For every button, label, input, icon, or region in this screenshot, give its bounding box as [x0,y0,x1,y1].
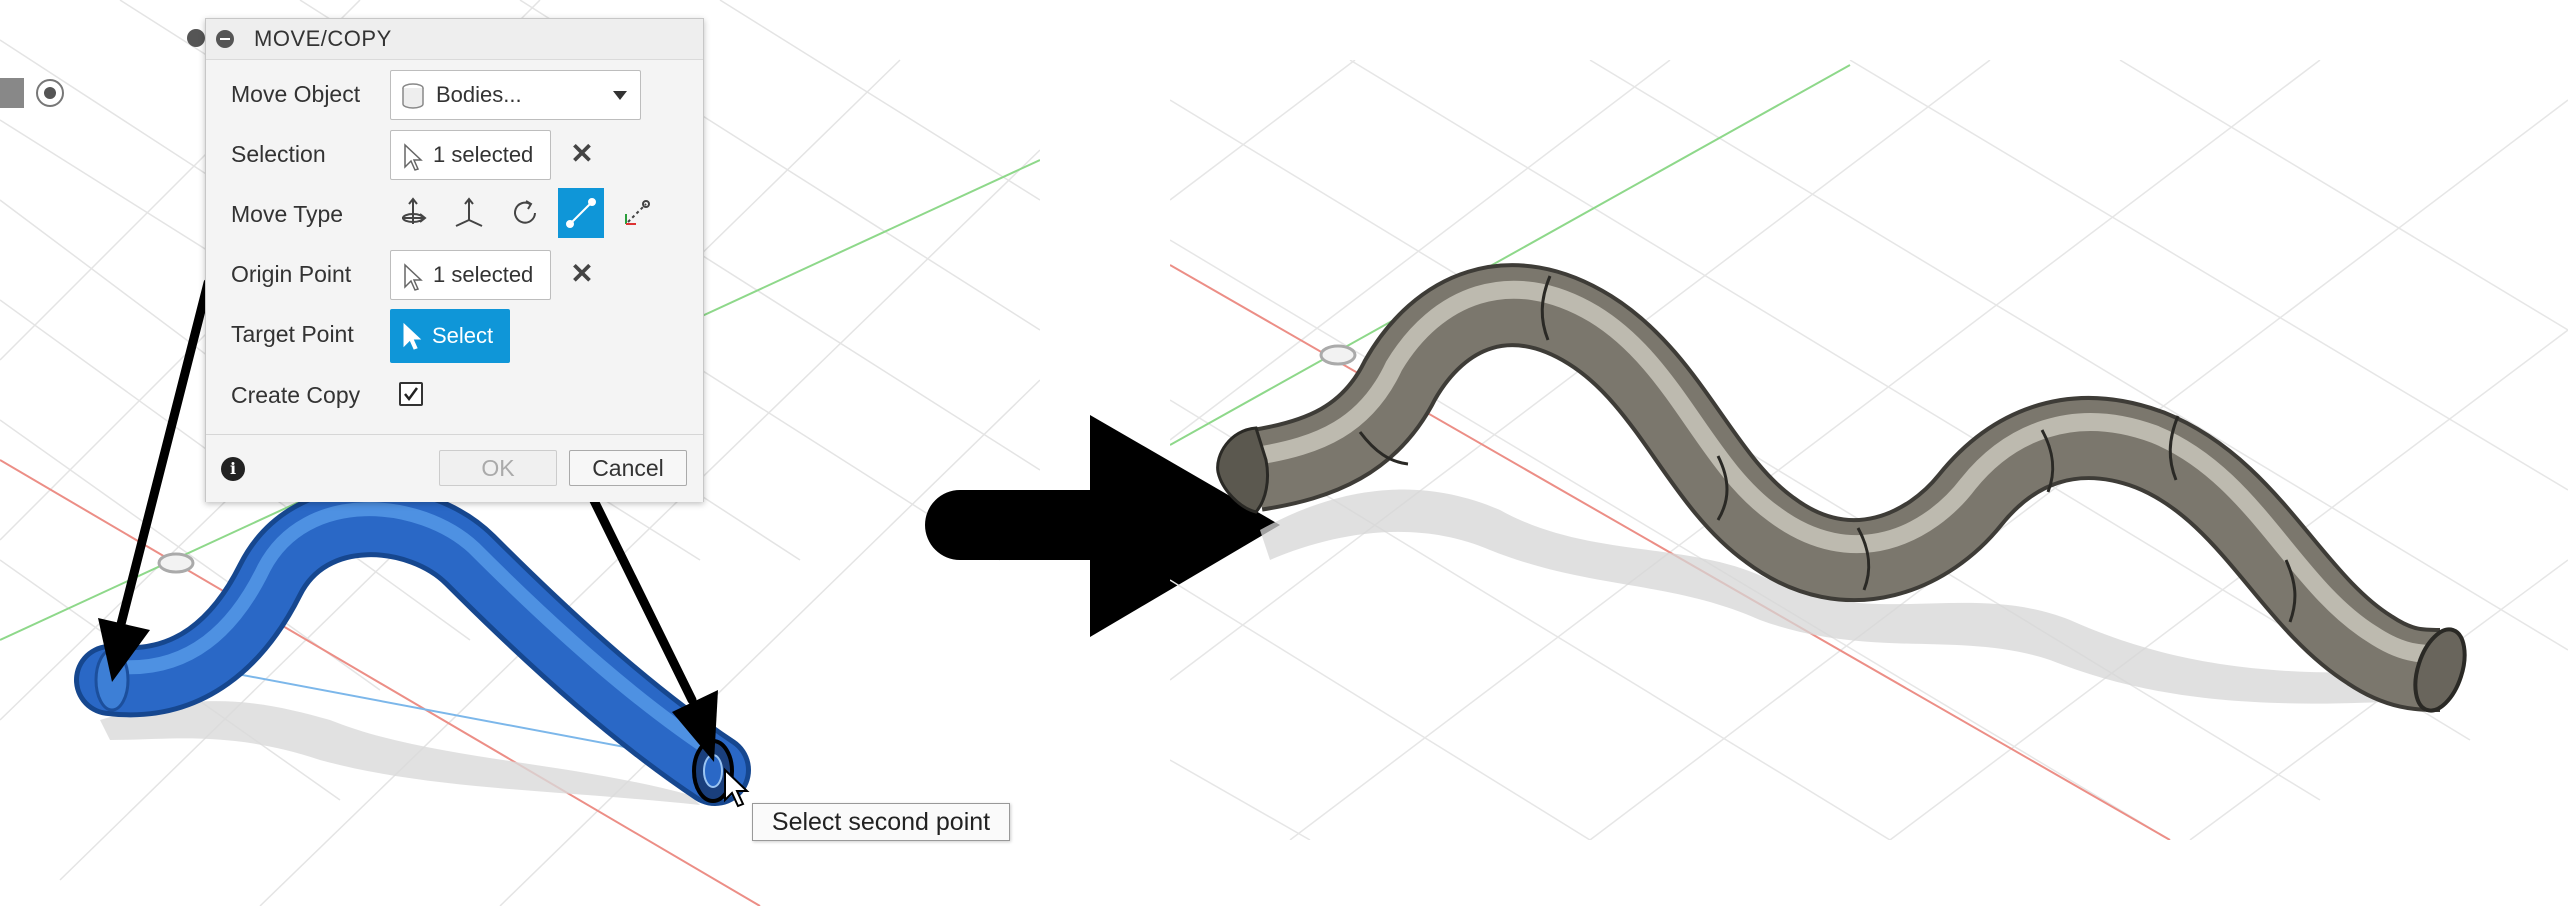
pointer-icon [404,143,423,171]
collapse-icon[interactable] [216,30,234,48]
pointer-icon [403,322,422,350]
browser-toggle-stub[interactable] [0,78,24,108]
move-object-label: Move Object [231,81,361,107]
panel-collapse-icon[interactable] [187,29,205,47]
free-move-icon[interactable] [390,188,436,238]
origin-point-field[interactable]: 1 selected [390,250,551,300]
origin-point-value: 1 selected [433,262,534,287]
dialog-footer: i OK Cancel [206,434,703,502]
selection-field[interactable]: 1 selected [390,130,551,180]
body-icon [402,83,424,109]
cancel-button[interactable]: Cancel [569,450,687,486]
annotation-arrow-left [115,278,213,633]
move-object-value: Bodies... [436,82,522,107]
chevron-down-icon [613,91,627,100]
result-start-cap[interactable] [1216,426,1270,514]
point-to-position-icon[interactable] [614,188,660,238]
create-copy-label: Create Copy [231,382,361,408]
create-copy-checkbox[interactable] [399,382,423,406]
selection-label: Selection [231,141,326,167]
origin-marker [157,552,195,574]
point-to-point-icon[interactable] [558,188,604,238]
clear-selection-icon[interactable]: ✕ [567,137,597,170]
ok-button[interactable]: OK [439,450,557,486]
pointer-icon [404,263,423,291]
move-type-label: Move Type [231,201,344,227]
origin-point-label: Origin Point [231,261,352,287]
move-copy-dialog: MOVE/COPY Move Object Bodies... Selectio… [205,18,704,502]
target-point-select-button[interactable]: Select [390,309,510,363]
checkmark-icon [404,387,419,402]
target-point-select-label: Select [432,323,494,348]
clear-origin-icon[interactable]: ✕ [567,257,597,290]
dialog-header[interactable]: MOVE/COPY [206,19,703,60]
target-point-label: Target Point [231,321,354,347]
rotate-icon[interactable] [502,188,548,238]
dialog-title: MOVE/COPY [254,26,392,51]
info-icon[interactable]: i [221,457,245,481]
selection-value: 1 selected [433,142,534,167]
origin-marker-right [1319,344,1357,366]
translate-icon[interactable] [446,188,492,238]
move-object-dropdown[interactable]: Bodies... [390,70,641,120]
viewport-right[interactable] [1170,60,2568,840]
tooltip: Select second point [752,803,1010,841]
